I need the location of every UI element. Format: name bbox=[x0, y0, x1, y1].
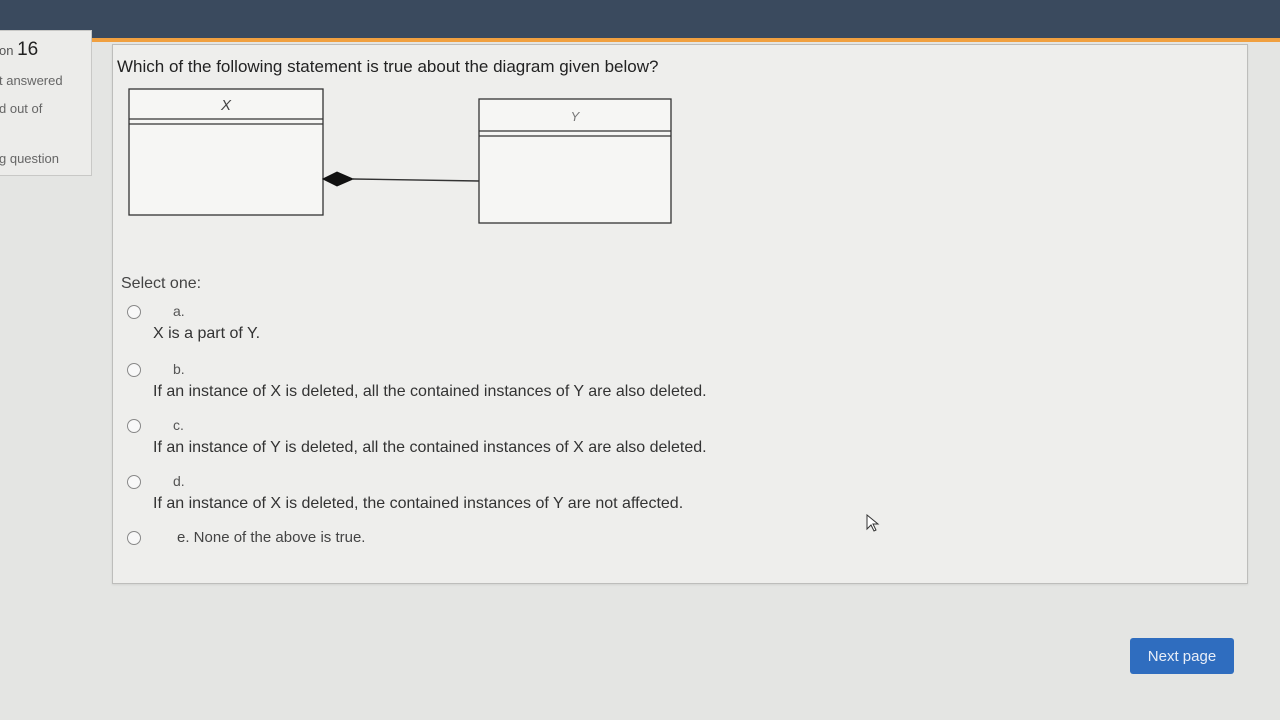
radio-b[interactable] bbox=[127, 363, 141, 377]
question-number-value: 16 bbox=[17, 39, 39, 60]
navbar-accent-line bbox=[0, 38, 1280, 42]
option-a-text: X is a part of Y. bbox=[153, 325, 261, 342]
class-y-label: Y bbox=[571, 109, 581, 124]
class-x-label: X bbox=[220, 97, 232, 114]
question-prefix: on bbox=[0, 43, 14, 58]
question-marks: d out of bbox=[0, 101, 43, 116]
radio-a[interactable] bbox=[127, 305, 141, 319]
option-b-text: If an instance of X is deleted, all the … bbox=[153, 383, 707, 400]
radio-d[interactable] bbox=[127, 475, 141, 489]
class-box-y: Y bbox=[478, 98, 672, 224]
next-page-button[interactable]: Next page bbox=[1130, 638, 1234, 674]
radio-e[interactable] bbox=[127, 531, 141, 545]
option-c-text: If an instance of Y is deleted, all the … bbox=[153, 439, 707, 456]
flag-question-link[interactable]: g question bbox=[0, 151, 59, 166]
question-status: t answered bbox=[0, 73, 63, 88]
option-c-letter: c. bbox=[173, 417, 184, 433]
option-d-letter: d. bbox=[173, 473, 185, 489]
radio-c[interactable] bbox=[127, 419, 141, 433]
option-a-letter: a. bbox=[173, 303, 185, 319]
select-one-label: Select one: bbox=[121, 275, 202, 292]
filled-diamond-icon bbox=[321, 171, 355, 187]
mouse-cursor-icon bbox=[866, 514, 880, 532]
uml-diagram: X Y bbox=[128, 88, 672, 224]
composition-association bbox=[321, 171, 480, 187]
class-box-x: X bbox=[128, 88, 324, 216]
question-card: Which of the following statement is true… bbox=[112, 44, 1248, 584]
option-e-text: e. None of the above is true. bbox=[177, 529, 366, 546]
question-text: Which of the following statement is true… bbox=[117, 57, 659, 76]
question-number: on 16 bbox=[0, 39, 38, 61]
question-info-panel: on 16 t answered d out of g question bbox=[0, 30, 92, 176]
option-b-letter: b. bbox=[173, 361, 185, 377]
option-d-text: If an instance of X is deleted, the cont… bbox=[153, 495, 684, 512]
top-navbar bbox=[0, 0, 1280, 38]
